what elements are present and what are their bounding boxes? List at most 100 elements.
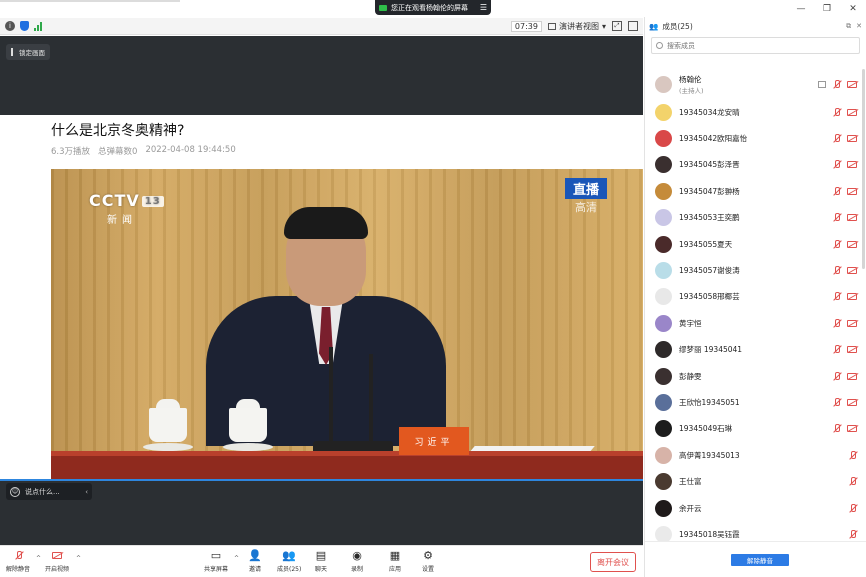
member-row[interactable]: 19345042欧阳嘉怡 — [645, 125, 866, 151]
member-row[interactable]: 黄宇恒 — [645, 310, 866, 336]
mic-off-icon[interactable] — [832, 318, 841, 328]
camera-off-icon[interactable] — [847, 319, 857, 327]
member-name: 19345047彭翀杨 — [679, 186, 740, 196]
video-frame[interactable]: CCTV 13 新闻 直播 高清 习近平 — [51, 169, 643, 481]
camera-off-icon[interactable] — [847, 135, 857, 143]
mic-off-icon[interactable] — [848, 477, 857, 486]
avatar — [655, 499, 672, 517]
camera-off-icon[interactable] — [847, 187, 857, 195]
member-row[interactable]: 杨翰伦 (主持人) — [645, 69, 866, 99]
camera-off-icon[interactable] — [847, 108, 857, 116]
mic-off-icon[interactable] — [832, 397, 841, 407]
member-row[interactable]: 王欣怡19345051 — [645, 389, 866, 415]
pin-view-button[interactable]: 锁定画面 — [6, 44, 50, 60]
mic-off-icon[interactable] — [848, 503, 857, 513]
camera-off-icon[interactable] — [847, 372, 857, 380]
mic-off-icon[interactable] — [832, 345, 841, 354]
close-panel-icon[interactable]: ✕ — [856, 22, 862, 31]
tea-cup — [143, 399, 193, 451]
popout-icon[interactable]: ⧉ — [846, 22, 851, 31]
fullscreen-icon[interactable]: ⤢ — [612, 21, 622, 31]
mic-off-icon[interactable] — [832, 134, 841, 143]
chevron-left-icon[interactable]: ‹ — [85, 488, 88, 496]
member-name: 19345034龙安晴 — [679, 107, 740, 117]
invite-button[interactable]: 👤 邀请 — [248, 549, 262, 573]
mic-off-icon[interactable] — [832, 213, 841, 222]
leave-meeting-button[interactable]: 离开会议 — [590, 552, 636, 572]
share-banner[interactable]: 您正在观看杨翰伦的屏幕 ☰ — [375, 0, 491, 15]
mic-off-icon[interactable] — [832, 266, 841, 275]
camera-off-icon[interactable] — [847, 293, 857, 301]
member-name: 19345053王奕鹏 — [679, 213, 740, 223]
members-icon: 👥 — [649, 21, 659, 31]
avatar — [655, 473, 672, 491]
microphone — [369, 354, 373, 449]
member-search[interactable] — [651, 37, 860, 54]
scrollbar[interactable] — [862, 69, 865, 269]
video-progress — [0, 479, 643, 481]
unmute-button[interactable]: 解除静音 — [6, 549, 30, 573]
maximize-icon[interactable]: ❐ — [814, 0, 840, 17]
smile-icon[interactable]: ☺ — [10, 486, 20, 497]
unmute-all-button[interactable]: 解除静音 — [731, 554, 789, 566]
mic-off-icon[interactable] — [848, 450, 857, 460]
apps-button[interactable]: ▦ 应用 — [388, 549, 402, 573]
menu-icon[interactable]: ☰ — [480, 3, 487, 12]
info-icon[interactable]: i — [5, 21, 15, 31]
grid-icon — [547, 22, 556, 30]
minimize-icon[interactable]: — — [788, 0, 814, 17]
member-name: 王仕富 — [679, 477, 702, 487]
speaker-view-button[interactable]: 演讲者视图 ▾ — [547, 21, 606, 32]
member-row[interactable]: 19345058邢椰芸 — [645, 284, 866, 310]
camera-off-icon[interactable] — [847, 214, 857, 222]
shield-icon[interactable] — [20, 21, 29, 31]
camera-off-icon[interactable] — [847, 425, 857, 433]
mic-off-icon[interactable] — [832, 371, 841, 381]
settings-button[interactable]: ⚙ 设置 — [421, 549, 435, 573]
danmaku-input[interactable]: ☺ 说点什么... ‹ — [6, 483, 92, 500]
mic-off-icon[interactable] — [832, 186, 841, 196]
mic-off-icon[interactable] — [832, 292, 841, 301]
member-row[interactable]: 缪梦丽 19345041 — [645, 337, 866, 363]
chevron-up-icon[interactable]: ^ — [76, 555, 81, 562]
chat-button[interactable]: ▤ 聊天 — [314, 549, 328, 573]
member-row[interactable]: 19345045彭泽晋 — [645, 152, 866, 178]
member-name: 19345058邢椰芸 — [679, 292, 740, 302]
chevron-down-icon: ▾ — [601, 21, 606, 31]
camera-off-icon[interactable] — [847, 346, 857, 354]
member-row[interactable]: 19345057谢俊涛 — [645, 257, 866, 283]
mic-off-icon[interactable] — [832, 424, 841, 433]
camera-off-icon[interactable] — [847, 80, 857, 88]
member-row[interactable]: 19345049石琳 — [645, 416, 866, 442]
member-row[interactable]: 高伊菁19345013 — [645, 442, 866, 468]
member-row[interactable]: 19345053王奕鹏 — [645, 205, 866, 231]
avatar — [655, 341, 672, 359]
member-row[interactable]: 王仕富 — [645, 468, 866, 494]
layout-icon[interactable] — [628, 21, 638, 31]
member-row[interactable]: 余开云 — [645, 495, 866, 521]
mic-off-icon[interactable] — [832, 160, 841, 169]
chevron-up-icon[interactable]: ^ — [234, 555, 239, 562]
pin-label: 锁定画面 — [19, 49, 45, 57]
avatar — [655, 130, 672, 148]
mic-off-icon[interactable] — [832, 107, 841, 117]
mic-off-icon[interactable] — [848, 529, 857, 539]
camera-off-icon[interactable] — [847, 267, 857, 275]
close-icon[interactable]: ✕ — [840, 0, 866, 17]
start-video-button[interactable]: 开启视频 — [45, 549, 69, 573]
member-row[interactable]: 19345055夏天 — [645, 231, 866, 257]
camera-off-icon[interactable] — [847, 398, 857, 406]
member-row[interactable]: 19345047彭翀杨 — [645, 178, 866, 204]
members-button[interactable]: 👥 成员(25) — [277, 549, 301, 573]
mic-off-icon[interactable] — [832, 79, 841, 89]
search-input[interactable] — [667, 41, 837, 50]
member-row[interactable]: 19345034龙安晴 — [645, 99, 866, 125]
signal-icon[interactable] — [34, 21, 42, 31]
member-row[interactable]: 彭静雯 — [645, 363, 866, 389]
camera-off-icon[interactable] — [847, 161, 857, 169]
mic-off-icon[interactable] — [832, 239, 841, 249]
camera-off-icon[interactable] — [847, 240, 857, 248]
share-screen-button[interactable]: ▭ 共享屏幕 — [204, 549, 228, 573]
chevron-up-icon[interactable]: ^ — [36, 555, 41, 562]
record-button[interactable]: ◉ 录制 — [350, 549, 364, 573]
